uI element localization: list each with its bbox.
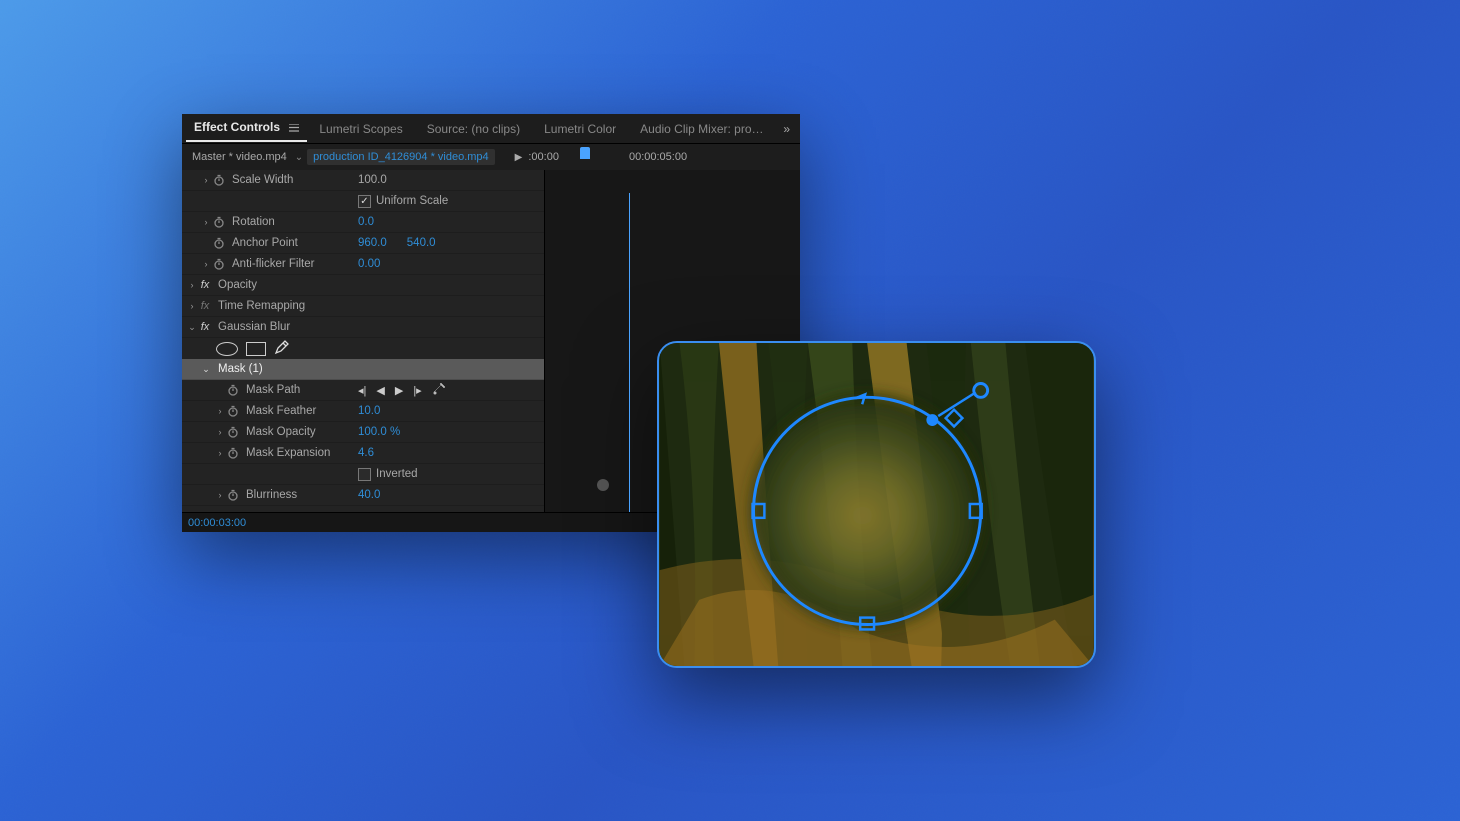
tab-source[interactable]: Source: (no clips) <box>415 116 532 142</box>
inverted-checkbox[interactable]: ✓ <box>358 468 371 481</box>
prop-value[interactable]: 100.0 % <box>358 426 400 438</box>
fx-badge-icon[interactable]: fx <box>198 321 212 333</box>
stopwatch-icon[interactable] <box>226 425 240 439</box>
tab-effect-controls[interactable]: Effect Controls <box>186 115 307 142</box>
chevron-down-icon[interactable]: ⌄ <box>291 152 307 163</box>
prop-value[interactable]: 10.0 <box>358 405 380 417</box>
timeline-ruler[interactable]: ▶ :00:00 00:00:05:00 <box>495 151 794 163</box>
expand-toggle[interactable]: › <box>214 406 226 416</box>
rectangle-mask-icon[interactable] <box>246 342 266 356</box>
stopwatch-icon[interactable] <box>212 236 226 250</box>
program-monitor-preview[interactable] <box>657 341 1096 668</box>
prop-label: Mask Opacity <box>246 426 316 438</box>
expand-toggle[interactable]: ⌄ <box>200 364 212 375</box>
playhead-handle[interactable] <box>580 147 590 159</box>
prop-label: Mask Path <box>246 384 300 396</box>
master-clip-label: Master * video.mp4 <box>188 149 291 165</box>
tab-label: Effect Controls <box>194 120 280 134</box>
horizontal-scrollbar-thumb[interactable] <box>597 479 609 491</box>
expand-toggle[interactable]: › <box>200 175 212 185</box>
expand-toggle[interactable]: › <box>186 280 198 290</box>
stopwatch-icon[interactable] <box>212 173 226 187</box>
timecode-marker: :00:00 <box>528 151 559 163</box>
prop-value[interactable]: 100.0 <box>358 174 387 186</box>
prop-label: Mask Feather <box>246 405 316 417</box>
tabs-overflow-icon[interactable]: » <box>777 122 796 136</box>
stopwatch-icon[interactable] <box>226 383 240 397</box>
stopwatch-icon[interactable] <box>226 446 240 460</box>
prop-value[interactable]: 40.0 <box>358 489 380 501</box>
expand-toggle[interactable]: › <box>200 259 212 269</box>
fx-badge-icon[interactable]: fx <box>198 300 212 312</box>
prop-label: Rotation <box>232 216 275 228</box>
stopwatch-icon[interactable] <box>212 215 226 229</box>
anchor-x-value[interactable]: 960.0 <box>358 237 387 249</box>
prop-label: Scale Width <box>232 174 293 186</box>
mask-vertex <box>926 414 938 426</box>
tab-lumetri-color[interactable]: Lumetri Color <box>532 116 628 142</box>
sequence-clip-label[interactable]: production ID_4126904 * video.mp4 <box>307 149 495 165</box>
track-prev-frame-icon[interactable]: ◂| <box>358 384 366 397</box>
anchor-y-value[interactable]: 540.0 <box>407 237 436 249</box>
forest-preview-image <box>659 343 1094 666</box>
pen-mask-icon[interactable] <box>274 339 290 358</box>
clip-breadcrumb: Master * video.mp4 ⌄ production ID_41269… <box>182 144 800 170</box>
expand-toggle[interactable]: › <box>200 217 212 227</box>
prop-label: Blurriness <box>246 489 297 501</box>
track-next-frame-icon[interactable]: |▸ <box>413 384 421 397</box>
stopwatch-icon[interactable] <box>226 488 240 502</box>
prop-label: Anti-flicker Filter <box>232 258 314 270</box>
prop-label: Gaussian Blur <box>218 321 290 333</box>
track-forward-icon[interactable]: ▶ <box>395 384 403 397</box>
expand-toggle[interactable]: › <box>214 490 226 500</box>
uniform-scale-checkbox[interactable]: ✓ <box>358 195 371 208</box>
expand-toggle[interactable]: ⌄ <box>186 322 198 333</box>
timecode-marker: 00:00:05:00 <box>629 151 687 163</box>
expand-toggle[interactable]: › <box>214 427 226 437</box>
prop-label: Uniform Scale <box>376 195 448 207</box>
expand-toggle[interactable]: › <box>214 448 226 458</box>
playhead-line[interactable] <box>629 193 630 512</box>
prop-value[interactable]: 0.0 <box>358 216 374 228</box>
prop-label: Mask (1) <box>218 363 263 375</box>
fx-badge-icon[interactable]: fx <box>198 279 212 291</box>
prop-value[interactable]: 4.6 <box>358 447 374 459</box>
current-timecode[interactable]: 00:00:03:00 <box>182 517 246 529</box>
prop-label: Inverted <box>376 468 418 480</box>
expand-toggle[interactable]: › <box>186 301 198 311</box>
prop-label: Anchor Point <box>232 237 298 249</box>
prop-label: Mask Expansion <box>246 447 330 459</box>
prop-label: Opacity <box>218 279 257 291</box>
panel-menu-icon[interactable] <box>289 121 299 135</box>
stopwatch-icon[interactable] <box>226 404 240 418</box>
play-caret-icon[interactable]: ▶ <box>515 152 523 163</box>
tab-audio-clip-mixer[interactable]: Audio Clip Mixer: produc <box>628 116 777 142</box>
ellipse-mask-icon[interactable] <box>216 342 238 356</box>
panel-tabs: Effect Controls Lumetri Scopes Source: (… <box>182 114 800 144</box>
track-settings-icon[interactable] <box>432 382 446 399</box>
stopwatch-icon[interactable] <box>212 257 226 271</box>
prop-value[interactable]: 0.00 <box>358 258 380 270</box>
prop-label: Time Remapping <box>218 300 305 312</box>
tab-lumetri-scopes[interactable]: Lumetri Scopes <box>307 116 414 142</box>
track-backward-icon[interactable]: ◀ <box>376 384 384 397</box>
